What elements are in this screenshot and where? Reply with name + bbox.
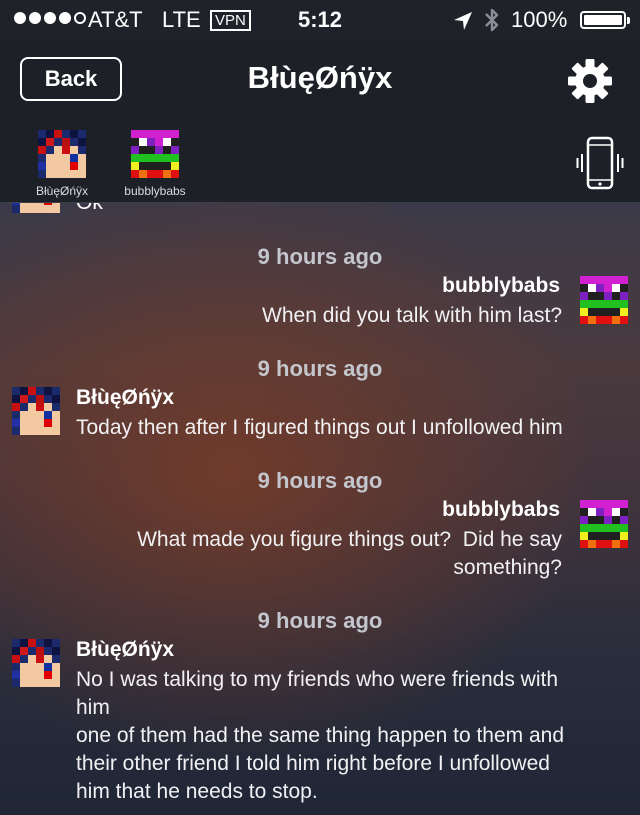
message-line: their other friend I told him right befo… xyxy=(76,752,550,775)
participant-bubblybabs[interactable]: bubblybabs xyxy=(115,130,195,198)
avatar xyxy=(12,203,60,213)
network-label: LTE xyxy=(162,7,201,32)
message-line: him xyxy=(76,696,110,719)
clock: 5:12 xyxy=(298,7,343,32)
message-sender: BłùęØńÿx xyxy=(76,638,175,661)
message-list[interactable]: Ok 9 hours ago bubblybabs When did you t… xyxy=(0,203,640,815)
message-sender: bubblybabs xyxy=(442,498,560,521)
message-sender: bubblybabs xyxy=(442,274,560,297)
vpn-badge: VPN xyxy=(210,10,251,31)
location-arrow-icon xyxy=(454,12,472,30)
message-line: one of them had the same thing happen to… xyxy=(76,724,565,747)
message-text: Ok xyxy=(76,203,103,215)
cut-off-message-avatar xyxy=(12,203,60,213)
bluetooth-icon xyxy=(485,8,499,32)
message-line: something? xyxy=(453,556,562,579)
avatar xyxy=(12,387,60,435)
status-bar: AT&T LTE VPN 5:12 100% xyxy=(0,0,640,40)
phone-vibrate-icon[interactable] xyxy=(576,136,624,192)
signal-strength-icon xyxy=(14,12,86,24)
message-timestamp: 9 hours ago xyxy=(257,356,383,381)
avatar xyxy=(131,130,179,178)
message-line: What made you figure things out? Did he … xyxy=(137,528,562,551)
gear-icon[interactable] xyxy=(566,57,614,105)
participant-name: BłùęØńÿx xyxy=(35,184,89,198)
back-button[interactable]: Back xyxy=(20,57,122,101)
battery-percent: 100% xyxy=(511,7,568,32)
message-timestamp: 9 hours ago xyxy=(257,468,383,493)
avatar xyxy=(580,500,628,548)
message-line: When did you talk with him last? xyxy=(262,304,562,327)
message-sender: BłùęØńÿx xyxy=(76,386,175,409)
participant-blueonyx[interactable]: BłùęØńÿx xyxy=(22,130,102,198)
message-text: No I was talking to my friends who were … xyxy=(76,666,564,806)
message-timestamp: 9 hours ago xyxy=(257,608,383,633)
avatar xyxy=(12,639,60,687)
battery-icon xyxy=(580,11,630,29)
message-timestamp: 9 hours ago xyxy=(257,244,383,269)
nav-bar: Back BłùęØńÿx BłùęØńÿx bubblybabs xyxy=(0,40,640,203)
avatar xyxy=(38,130,86,178)
message-text: Today then after I figured things out I … xyxy=(76,414,563,442)
message-line: him that he needs to stop. xyxy=(76,780,318,803)
battery-fill xyxy=(584,15,622,25)
message-text: What made you figure things out? Did he … xyxy=(137,526,562,582)
participant-name: bubblybabs xyxy=(124,184,186,198)
carrier-label: AT&T xyxy=(88,7,143,32)
message-text: When did you talk with him last? xyxy=(262,302,562,330)
message-line: No I was talking to my friends who were … xyxy=(76,668,559,691)
conversation-title: BłùęØńÿx xyxy=(247,60,393,95)
message-line: Today then after I figured things out I … xyxy=(76,416,563,439)
avatar xyxy=(580,276,628,324)
